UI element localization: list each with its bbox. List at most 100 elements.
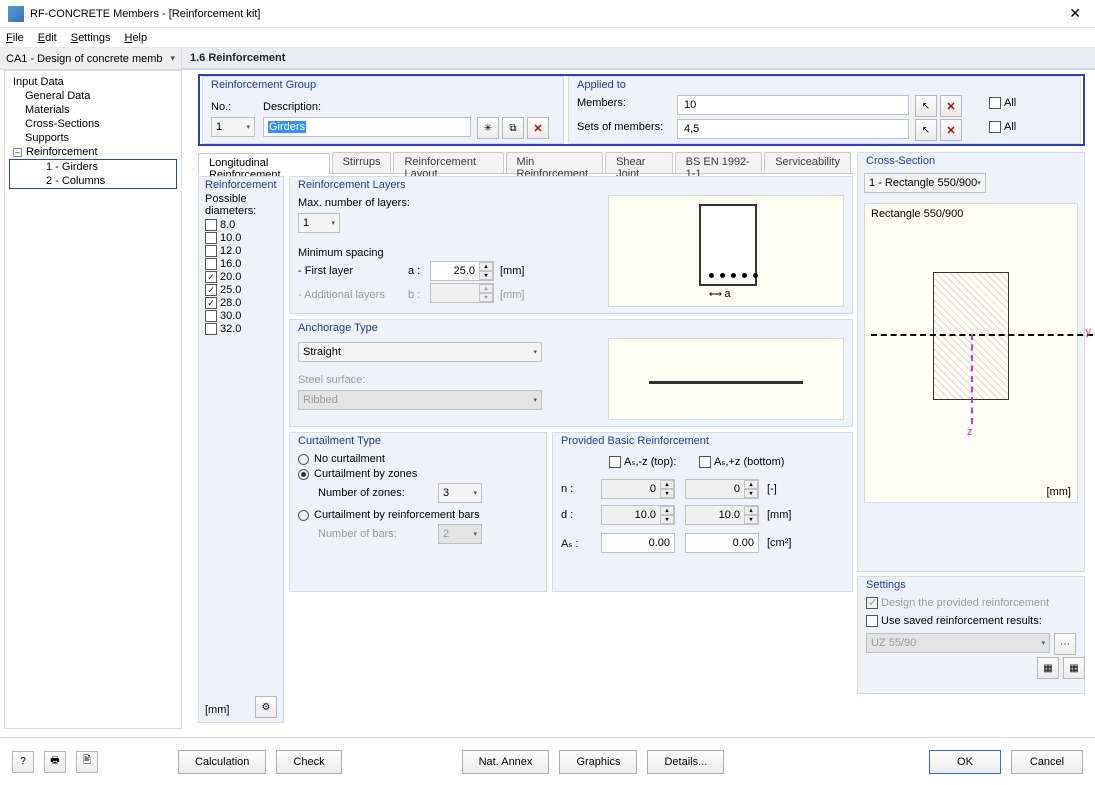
d-top-input[interactable]: 10.0▴▾ — [601, 505, 675, 525]
sets-all-check[interactable]: All — [989, 121, 1016, 133]
cs-select[interactable]: 1 - Rectangle 550/900▾ — [864, 173, 986, 193]
export-button[interactable]: 🖹 — [76, 751, 98, 773]
sets-input[interactable] — [677, 119, 909, 139]
checkbox-icon[interactable] — [205, 232, 217, 244]
cancel-button[interactable]: Cancel — [1011, 750, 1083, 774]
menu-help[interactable]: Help — [124, 32, 147, 44]
checkbox-icon[interactable] — [205, 258, 217, 270]
checkbox-icon[interactable]: ✓ — [205, 297, 217, 309]
diameter-25.0[interactable]: ✓25.0 — [205, 284, 277, 296]
tree-collapse-icon[interactable]: – — [13, 148, 22, 157]
group-applied-to: Applied to Members: ↖ ✕ All Sets of memb… — [568, 76, 1081, 144]
as-label: Aₛ : — [561, 537, 579, 550]
view-button-2[interactable]: ▦ — [1063, 657, 1085, 679]
checkbox-icon[interactable]: ✓ — [205, 271, 217, 283]
menu-file[interactable]: File — [6, 32, 24, 44]
copy-group-button[interactable]: ⧉ — [502, 117, 524, 139]
chevron-down-icon: ▾ — [246, 123, 250, 131]
tab-min[interactable]: Min Reinforcement — [506, 152, 604, 173]
close-icon[interactable]: ✕ — [1063, 5, 1087, 22]
diameter-32.0[interactable]: 32.0 — [205, 323, 277, 335]
addl-unit: [mm] — [500, 289, 524, 301]
use-saved-check[interactable]: Use saved reinforcement results: — [866, 615, 1076, 627]
desc-input[interactable]: Girders — [263, 117, 471, 137]
ok-button[interactable]: OK — [929, 750, 1001, 774]
diameter-8.0[interactable]: 8.0 — [205, 219, 277, 231]
tree-sub-columns[interactable]: 2 - Columns — [10, 174, 176, 188]
no-select[interactable]: 1▾ — [211, 117, 255, 137]
reinf-unit: [mm] — [205, 704, 229, 716]
help-button[interactable]: ? — [12, 751, 34, 773]
tree-sub-girders[interactable]: 1 - Girders — [10, 160, 176, 174]
zones-count-select[interactable]: 3▾ — [438, 483, 482, 503]
no-label: No.: — [211, 101, 231, 113]
d-bot-input[interactable]: 10.0▴▾ — [685, 505, 759, 525]
details-button[interactable]: Details... — [647, 750, 724, 774]
tab-layout[interactable]: Reinforcement Layout — [393, 152, 503, 173]
window-title: RF-CONCRETE Members - [Reinforcement kit… — [30, 8, 1063, 20]
tree-item-reinforcement[interactable]: –Reinforcement — [5, 145, 181, 159]
diameter-28.0[interactable]: ✓28.0 — [205, 297, 277, 309]
graphics-button[interactable]: Graphics — [559, 750, 637, 774]
delete-group-button[interactable]: ✕ — [527, 117, 549, 139]
diameter-12.0[interactable]: 12.0 — [205, 245, 277, 257]
tree-root[interactable]: Input Data — [5, 75, 181, 89]
new-group-button[interactable]: ✳ — [477, 117, 499, 139]
tree-item-supports[interactable]: Supports — [5, 131, 181, 145]
menu-settings[interactable]: Settings — [71, 32, 111, 44]
print-button[interactable]: 🖶 — [44, 751, 66, 773]
tab-shear[interactable]: Shear Joint — [605, 152, 673, 173]
curt-bars-radio[interactable]: Curtailment by reinforcement bars — [298, 509, 538, 521]
diameter-16.0[interactable]: 16.0 — [205, 258, 277, 270]
cs-name: Rectangle 550/900 — [871, 208, 963, 220]
tabs: Longitudinal Reinforcement Stirrups Rein… — [198, 152, 853, 174]
clear-members-button[interactable]: ✕ — [940, 95, 962, 117]
top-strip: CA1 - Design of concrete memb ▾ 1.6 Rein… — [0, 48, 1095, 70]
tab-longitudinal[interactable]: Longitudinal Reinforcement — [198, 153, 330, 174]
members-input[interactable] — [677, 95, 909, 115]
case-dropdown[interactable]: CA1 - Design of concrete memb ▾ — [0, 48, 182, 69]
reinf-settings-button[interactable]: ⚙ — [255, 696, 277, 718]
curtailment-title: Curtailment Type — [298, 435, 538, 447]
tree-item-materials[interactable]: Materials — [5, 103, 181, 117]
curt-none-radio[interactable]: No curtailment — [298, 453, 538, 465]
as-top-check[interactable]: Aₛ,-z (top): — [609, 455, 676, 468]
anchorage-title: Anchorage Type — [298, 322, 844, 334]
checkbox-icon[interactable] — [205, 323, 217, 335]
pick-sets-button[interactable]: ↖ — [915, 119, 937, 141]
as-unit: [cm²] — [767, 537, 791, 549]
anchorage-type-select[interactable]: Straight▾ — [298, 342, 542, 362]
tree-item-general[interactable]: General Data — [5, 89, 181, 103]
as-bot-value: 0.00 — [685, 533, 759, 553]
checkbox-icon[interactable] — [205, 310, 217, 322]
as-bot-check[interactable]: Aₛ,+z (bottom) — [699, 455, 784, 468]
tab-stirrups[interactable]: Stirrups — [332, 152, 392, 173]
members-all-check[interactable]: All — [989, 97, 1016, 109]
saved-browse-button[interactable]: ⋯ — [1054, 633, 1076, 655]
clear-sets-button[interactable]: ✕ — [940, 119, 962, 141]
curt-zones-radio[interactable]: Curtailment by zones — [298, 468, 538, 480]
tab-en[interactable]: BS EN 1992-1-1 — [675, 152, 763, 173]
diameter-30.0[interactable]: 30.0 — [205, 310, 277, 322]
diameter-20.0[interactable]: ✓20.0 — [205, 271, 277, 283]
view-button-1[interactable]: ▦ — [1037, 657, 1059, 679]
tab-serviceability[interactable]: Serviceability — [764, 152, 851, 173]
curtailment-panel: Curtailment Type No curtailment Curtailm… — [289, 432, 547, 592]
members-label: Members: — [577, 97, 626, 109]
possible-diameters-label: Possible diameters: — [205, 193, 277, 217]
first-layer-input[interactable]: 25.0▴▾ — [430, 261, 494, 281]
checkbox-icon[interactable] — [205, 245, 217, 257]
tree-item-cross-sections[interactable]: Cross-Sections — [5, 117, 181, 131]
checkbox-icon[interactable]: ✓ — [205, 284, 217, 296]
nat-annex-button[interactable]: Nat. Annex — [462, 750, 550, 774]
menu-edit[interactable]: Edit — [38, 32, 57, 44]
n-bot-input[interactable]: 0▴▾ — [685, 479, 759, 499]
max-layers-select[interactable]: 1▾ — [298, 213, 340, 233]
pick-members-button[interactable]: ↖ — [915, 95, 937, 117]
calculation-button[interactable]: Calculation — [178, 750, 266, 774]
checkbox-icon[interactable] — [205, 219, 217, 231]
titlebar: RF-CONCRETE Members - [Reinforcement kit… — [0, 0, 1095, 28]
check-button[interactable]: Check — [276, 750, 341, 774]
n-top-input[interactable]: 0▴▾ — [601, 479, 675, 499]
diameter-10.0[interactable]: 10.0 — [205, 232, 277, 244]
